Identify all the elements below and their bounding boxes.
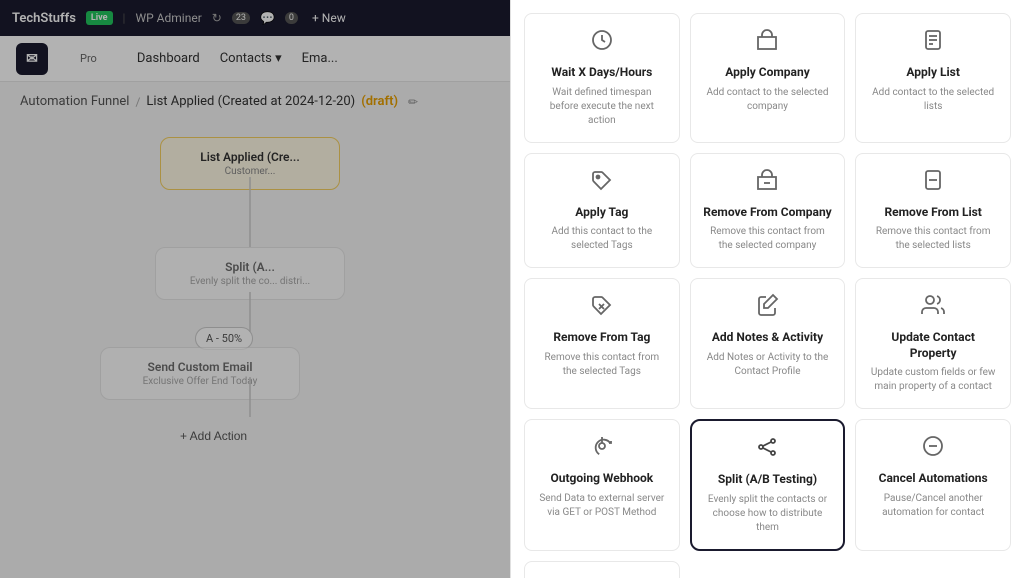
action-card-update-contact[interactable]: Update Contact Property Update custom fie…: [855, 278, 1011, 409]
action-card-apply-tag[interactable]: Apply Tag Add this contact to the selecte…: [524, 153, 680, 269]
remove-from-company-icon: [755, 168, 779, 197]
apply-company-desc: Add contact to the selected company: [703, 86, 833, 114]
remove-from-company-desc: Remove this contact from the selected co…: [703, 225, 833, 253]
action-card-cancel-automations[interactable]: Cancel Automations Pause/Cancel another a…: [855, 419, 1011, 551]
add-notes-title: Add Notes & Activity: [712, 330, 823, 346]
cancel-automations-desc: Pause/Cancel another automation for cont…: [868, 492, 998, 520]
split-ab-desc: Evenly split the contacts or choose how …: [704, 493, 832, 535]
update-contact-title: Update Contact Property: [868, 330, 998, 361]
cancel-automations-icon: [921, 434, 945, 463]
overlay-dim: [0, 0, 510, 578]
apply-list-desc: Add contact to the selected lists: [868, 86, 998, 114]
action-card-add-notes[interactable]: Add Notes & Activity Add Notes or Activit…: [690, 278, 846, 409]
remove-from-tag-desc: Remove this contact from the selected Ta…: [537, 351, 667, 379]
apply-list-icon: [921, 28, 945, 57]
action-card-outgoing-webhook[interactable]: Outgoing Webhook Send Data to external se…: [524, 419, 680, 551]
wait-desc: Wait defined timespan before execute the…: [537, 86, 667, 128]
action-cards-grid: Wait X Days/Hours Wait defined timespan b…: [511, 0, 1024, 578]
apply-company-title: Apply Company: [725, 65, 810, 81]
apply-tag-desc: Add this contact to the selected Tags: [537, 225, 667, 253]
action-card-apply-list[interactable]: Apply List Add contact to the selected li…: [855, 13, 1011, 143]
apply-tag-title: Apply Tag: [575, 205, 628, 221]
update-contact-icon: [921, 293, 945, 322]
action-card-remove-from-list[interactable]: Remove From List Remove this contact from…: [855, 153, 1011, 269]
cancel-automations-title: Cancel Automations: [879, 471, 988, 487]
split-ab-title: Split (A/B Testing): [718, 472, 817, 488]
remove-from-company-title: Remove From Company: [703, 205, 831, 221]
outgoing-webhook-icon: [590, 434, 614, 463]
apply-tag-icon: [590, 168, 614, 197]
remove-from-list-icon: [921, 168, 945, 197]
apply-company-icon: [755, 28, 779, 57]
remove-from-list-desc: Remove this contact from the selected li…: [868, 225, 998, 253]
action-card-apply-company[interactable]: Apply Company Add contact to the selected…: [690, 13, 846, 143]
action-card-remove-from-company[interactable]: Remove From Company Remove this contact f…: [690, 153, 846, 269]
remove-from-tag-title: Remove From Tag: [553, 330, 650, 346]
outgoing-webhook-title: Outgoing Webhook: [551, 471, 654, 487]
action-card-more[interactable]: [524, 561, 680, 578]
remove-from-tag-icon: [590, 293, 614, 322]
wait-icon: [590, 28, 614, 57]
action-selector-panel: Wait X Days/Hours Wait defined timespan b…: [510, 0, 1024, 578]
update-contact-desc: Update custom fields or few main propert…: [868, 366, 998, 394]
outgoing-webhook-desc: Send Data to external server via GET or …: [537, 492, 667, 520]
wait-title: Wait X Days/Hours: [551, 65, 652, 81]
apply-list-title: Apply List: [906, 65, 959, 81]
action-card-split-ab[interactable]: Split (A/B Testing) Evenly split the cont…: [690, 419, 846, 551]
split-ab-icon: [755, 435, 779, 464]
remove-from-list-title: Remove From List: [884, 205, 981, 221]
add-notes-icon: [755, 293, 779, 322]
action-card-wait[interactable]: Wait X Days/Hours Wait defined timespan b…: [524, 13, 680, 143]
action-card-remove-from-tag[interactable]: Remove From Tag Remove this contact from …: [524, 278, 680, 409]
add-notes-desc: Add Notes or Activity to the Contact Pro…: [703, 351, 833, 379]
